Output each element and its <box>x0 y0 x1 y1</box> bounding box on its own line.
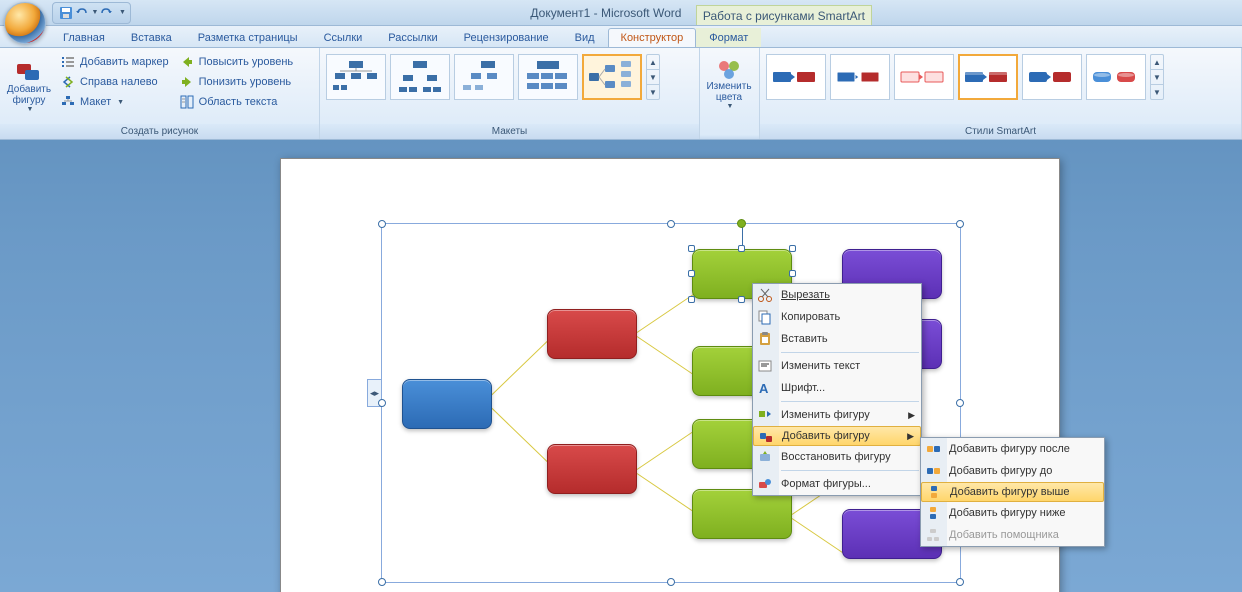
menu-edit-text[interactable]: Изменить текст <box>753 355 921 377</box>
smartart-node[interactable] <box>547 444 637 494</box>
add-shape-button[interactable]: Добавить фигуру▼ <box>4 52 54 118</box>
add-bullet-button[interactable]: Добавить маркер <box>56 52 173 72</box>
smartart-node[interactable] <box>547 309 637 359</box>
frame-handle[interactable] <box>667 578 675 586</box>
ribbon-group-styles: ▲▼▼ Стили SmartArt <box>760 48 1242 139</box>
group-label-layouts: Макеты <box>320 124 699 139</box>
layout-thumb-1[interactable] <box>326 54 386 100</box>
window-title: Документ1 - Microsoft Word <box>530 6 681 20</box>
submenu-add-before[interactable]: Добавить фигуру до <box>921 460 1104 482</box>
text-pane-button[interactable]: Область текста <box>175 92 298 112</box>
qat-undo-button[interactable]: ▼ <box>77 4 95 22</box>
submenu-add-assistant: Добавить помощника <box>921 524 1104 546</box>
menu-copy[interactable]: Копировать <box>753 306 921 328</box>
qat-redo-button[interactable] <box>97 4 115 22</box>
layouts-scroll[interactable]: ▲▼▼ <box>646 54 660 100</box>
resize-handle[interactable] <box>688 296 695 303</box>
tab-references[interactable]: Ссылки <box>311 28 376 47</box>
resize-handle[interactable] <box>789 270 796 277</box>
layout-thumb-3[interactable] <box>454 54 514 100</box>
tab-page-layout[interactable]: Разметка страницы <box>185 28 311 47</box>
promote-button[interactable]: Повысить уровень <box>175 52 298 72</box>
menu-add-shape[interactable]: Добавить фигуру ▶ <box>753 426 921 446</box>
right-to-left-label: Справа налево <box>80 76 158 88</box>
contextual-tab-title: Работа с рисунками SmartArt <box>696 5 872 25</box>
menu-cut[interactable]: Вырезать <box>753 284 921 306</box>
add-bullet-label: Добавить маркер <box>80 56 169 68</box>
styles-scroll[interactable]: ▲▼▼ <box>1150 54 1164 100</box>
ribbon-group-create-graphic: Добавить фигуру▼ Добавить маркер Справа … <box>0 48 320 139</box>
svg-text:A: A <box>759 381 769 396</box>
change-colors-button[interactable]: Изменить цвета▼ <box>704 52 754 118</box>
menu-paste[interactable]: Вставить <box>753 328 921 350</box>
context-menu: Вырезать Копировать Вставить Изменить те… <box>752 283 922 496</box>
group-label-create: Создать рисунок <box>0 124 319 139</box>
style-thumb-3[interactable] <box>894 54 954 100</box>
smartart-node[interactable] <box>692 489 792 539</box>
style-thumb-4[interactable] <box>958 54 1018 100</box>
smartart-node[interactable] <box>402 379 492 429</box>
menu-font[interactable]: A Шрифт... <box>753 377 921 399</box>
menu-change-shape[interactable]: Изменить фигуру ▶ <box>753 404 921 426</box>
titlebar: ▼ ▼ Документ1 - Microsoft Word Работа с … <box>0 0 1242 26</box>
menu-reset-shape[interactable]: Восстановить фигуру <box>753 446 921 468</box>
frame-handle[interactable] <box>378 399 386 407</box>
tab-view[interactable]: Вид <box>562 28 608 47</box>
layout-thumb-4[interactable] <box>518 54 578 100</box>
frame-handle[interactable] <box>956 399 964 407</box>
group-label-styles: Стили SmartArt <box>760 124 1241 139</box>
promote-label: Повысить уровень <box>199 56 294 68</box>
frame-handle[interactable] <box>956 578 964 586</box>
ribbon-group-colors: Изменить цвета▼ <box>700 48 760 139</box>
tab-format[interactable]: Формат <box>696 28 761 47</box>
qat-save-button[interactable] <box>57 4 75 22</box>
rotate-handle[interactable] <box>737 219 746 228</box>
style-thumb-6[interactable] <box>1086 54 1146 100</box>
submenu-arrow-icon: ▶ <box>908 410 915 421</box>
submenu-arrow-icon: ▶ <box>907 431 914 442</box>
quick-access-toolbar: ▼ ▼ <box>52 2 131 24</box>
resize-handle[interactable] <box>738 245 745 252</box>
demote-label: Понизить уровень <box>199 76 292 88</box>
tab-insert[interactable]: Вставка <box>118 28 185 47</box>
frame-handle[interactable] <box>667 220 675 228</box>
office-button[interactable] <box>4 2 46 44</box>
resize-handle[interactable] <box>738 296 745 303</box>
resize-handle[interactable] <box>688 270 695 277</box>
layout-thumb-2[interactable] <box>390 54 450 100</box>
right-to-left-button[interactable]: Справа налево <box>56 72 173 92</box>
qat-customize[interactable]: ▼ <box>119 9 126 16</box>
resize-handle[interactable] <box>789 245 796 252</box>
tab-mailings[interactable]: Рассылки <box>375 28 450 47</box>
frame-handle[interactable] <box>378 578 386 586</box>
text-pane-label: Область текста <box>199 96 278 108</box>
ribbon: Добавить фигуру▼ Добавить маркер Справа … <box>0 48 1242 140</box>
ribbon-group-layouts: ▲▼▼ Макеты <box>320 48 700 139</box>
tab-home[interactable]: Главная <box>50 28 118 47</box>
frame-handle[interactable] <box>378 220 386 228</box>
layout-label: Макет <box>80 96 111 108</box>
tab-review[interactable]: Рецензирование <box>451 28 562 47</box>
change-colors-label: Изменить цвета <box>706 81 752 103</box>
context-submenu: Добавить фигуру после Добавить фигуру до… <box>920 437 1105 547</box>
layout-button[interactable]: Макет▼ <box>56 92 173 112</box>
layout-thumb-5[interactable] <box>582 54 642 100</box>
submenu-add-above[interactable]: Добавить фигуру выше <box>921 482 1104 502</box>
menu-format-shape[interactable]: Формат фигуры... <box>753 473 921 495</box>
demote-button[interactable]: Понизить уровень <box>175 72 298 92</box>
style-thumb-5[interactable] <box>1022 54 1082 100</box>
frame-handle[interactable] <box>956 220 964 228</box>
submenu-add-after[interactable]: Добавить фигуру после <box>921 438 1104 460</box>
ribbon-tabs: Главная Вставка Разметка страницы Ссылки… <box>0 26 1242 48</box>
style-thumb-2[interactable] <box>830 54 890 100</box>
resize-handle[interactable] <box>688 245 695 252</box>
tab-design[interactable]: Конструктор <box>608 28 697 47</box>
document-area: ◂▸ <box>0 140 1238 592</box>
submenu-add-below[interactable]: Добавить фигуру ниже <box>921 502 1104 524</box>
style-thumb-1[interactable] <box>766 54 826 100</box>
add-shape-label: Добавить фигуру <box>6 84 52 106</box>
